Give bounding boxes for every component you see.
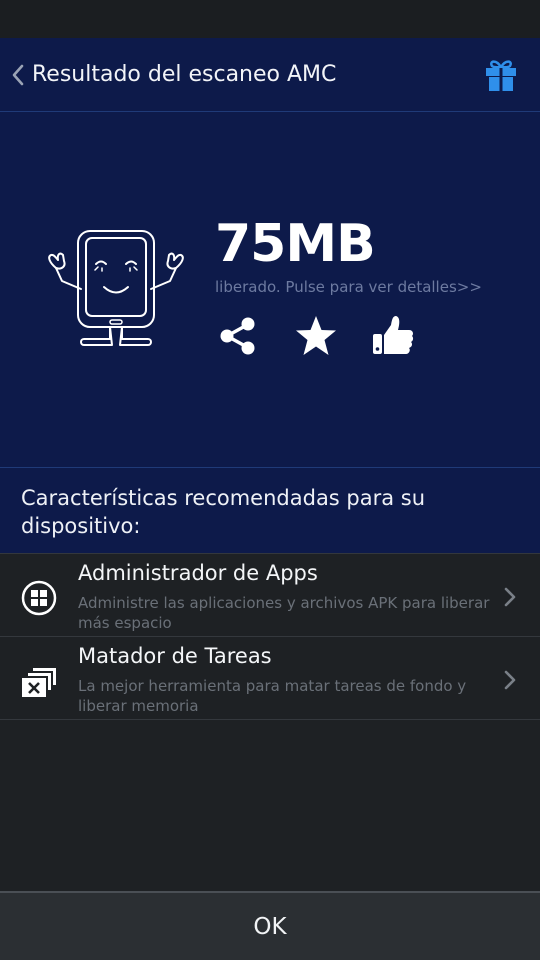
recommendations-title: Características recomendadas para su dis… — [21, 486, 426, 538]
apps-grid-icon — [21, 580, 57, 616]
page-title: Resultado del escaneo AMC — [32, 62, 337, 87]
task-killer-icon — [22, 668, 56, 697]
list-item-app-manager[interactable]: Administrador de Apps Administre las apl… — [0, 554, 540, 637]
list-item-description: Administre las aplicaciones y archivos A… — [78, 594, 490, 632]
chevron-left-icon[interactable] — [8, 60, 28, 90]
happy-phone-mascot — [48, 230, 184, 346]
ok-button[interactable]: OK — [0, 891, 540, 960]
freed-space-amount: 75MB — [215, 214, 376, 274]
share-icon[interactable] — [216, 314, 260, 358]
app-header: Resultado del escaneo AMC — [0, 38, 540, 112]
chevron-right-icon — [504, 670, 516, 690]
list-item-title: Administrador de Apps — [78, 561, 318, 585]
list-item-description: La mejor herramienta para matar tareas d… — [78, 677, 467, 715]
view-details-link[interactable]: liberado. Pulse para ver detalles>> — [215, 278, 482, 296]
thumbs-up-icon[interactable] — [371, 314, 415, 358]
recommendations-header: Características recomendadas para su dis… — [0, 468, 540, 554]
chevron-right-icon — [504, 587, 516, 607]
status-bar — [0, 0, 540, 38]
gift-icon[interactable] — [482, 56, 520, 94]
scan-result-panel: 75MB liberado. Pulse para ver detalles>> — [0, 112, 540, 468]
list-item-title: Matador de Tareas — [78, 644, 272, 668]
list-item-task-killer[interactable]: Matador de Tareas La mejor herramienta p… — [0, 637, 540, 720]
star-icon[interactable] — [294, 314, 338, 358]
